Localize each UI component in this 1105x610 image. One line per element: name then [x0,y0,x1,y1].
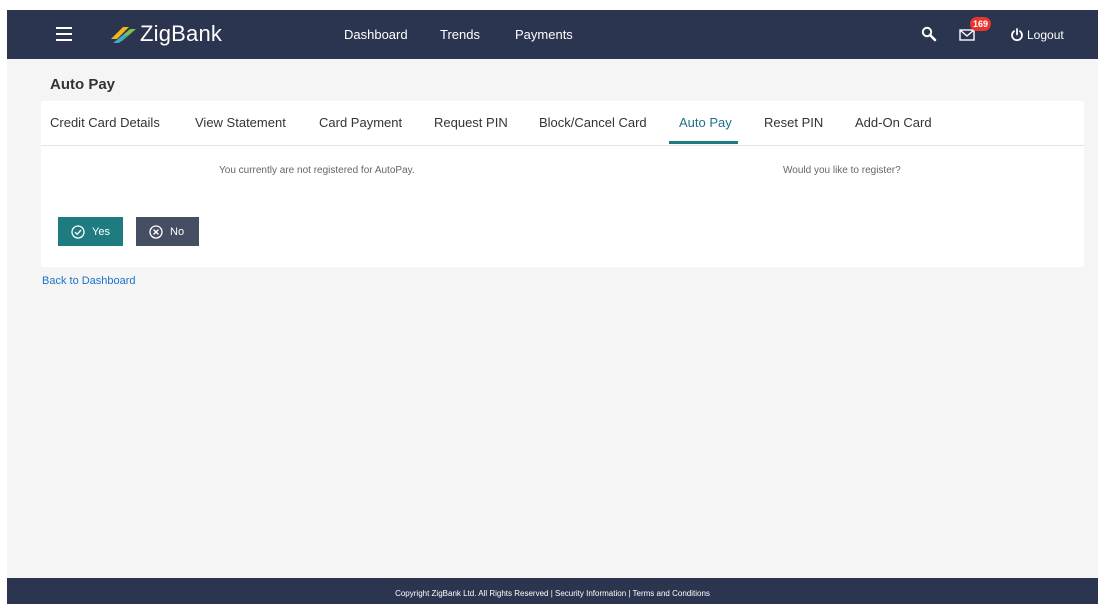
page-title: Auto Pay [50,76,116,93]
logout-button[interactable]: Logout [1010,28,1064,42]
yes-button[interactable]: Yes [58,217,123,246]
tab-card-payment[interactable]: Card Payment [319,115,402,130]
footer: Copyright ZigBank Ltd. All Rights Reserv… [7,578,1098,604]
logout-label: Logout [1027,28,1064,42]
app-frame: ZigBank Dashboard Trends Payments 169 Lo… [7,10,1098,604]
x-circle-icon [149,224,163,239]
tab-request-pin[interactable]: Request PIN [434,115,508,130]
tab-auto-pay[interactable]: Auto Pay [679,115,732,130]
autopay-status-message: You currently are not registered for Aut… [219,165,415,176]
no-label: No [170,225,185,238]
notification-badge: 169 [970,17,992,31]
tab-block-cancel-card[interactable]: Block/Cancel Card [539,115,647,130]
tab-reset-pin[interactable]: Reset PIN [764,115,823,130]
nav-payments[interactable]: Payments [515,27,573,42]
logo[interactable]: ZigBank [109,21,222,47]
check-circle-icon [71,224,85,239]
zigbank-logo-icon [111,27,136,43]
auto-pay-card: Credit Card Details View Statement Card … [41,101,1084,267]
power-icon [1011,28,1023,42]
tab-bar: Credit Card Details View Statement Card … [41,101,1084,146]
nav-trends[interactable]: Trends [440,27,480,42]
active-tab-indicator [669,141,738,144]
tab-add-on-card[interactable]: Add-On Card [855,115,932,130]
top-bar: ZigBank Dashboard Trends Payments 169 Lo… [7,10,1098,59]
hamburger-icon[interactable] [56,27,72,41]
logo-text: ZigBank [140,21,223,46]
yes-label: Yes [92,225,110,238]
tab-credit-card-details[interactable]: Credit Card Details [50,115,160,130]
nav-dashboard[interactable]: Dashboard [344,27,408,42]
back-to-dashboard-link[interactable]: Back to Dashboard [42,275,136,287]
tab-view-statement[interactable]: View Statement [195,115,286,130]
mail-icon[interactable] [959,29,975,41]
register-question: Would you like to register? [783,165,901,176]
no-button[interactable]: No [136,217,199,246]
search-icon[interactable] [921,26,937,42]
